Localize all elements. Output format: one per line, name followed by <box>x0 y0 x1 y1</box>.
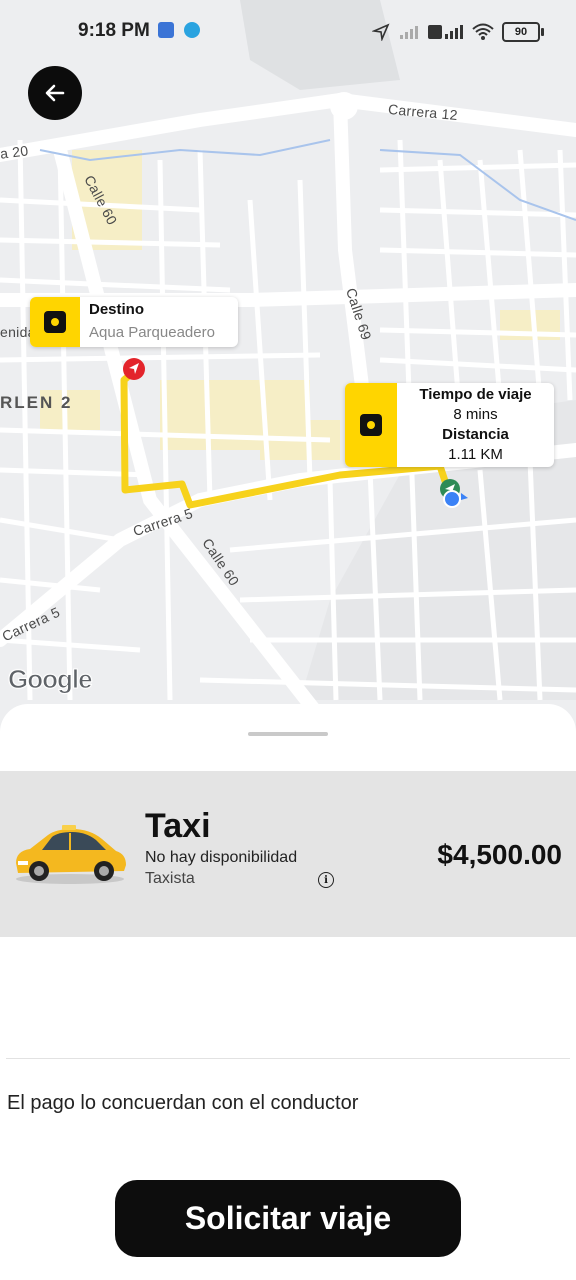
destination-tag <box>30 297 80 347</box>
trip-distance-value: 1.11 KM <box>448 446 503 463</box>
trip-time-value: 8 mins <box>453 406 498 423</box>
location-arrow-icon <box>372 23 390 41</box>
stop-square-icon <box>44 311 66 333</box>
ride-availability: No hay disponibilidad <box>145 849 298 866</box>
ride-option-taxi[interactable]: Taxi No hay disponibilidad Taxista i $4,… <box>0 771 576 937</box>
sheet-drag-handle[interactable] <box>248 732 328 736</box>
trip-time-label: Tiempo de viaje <box>419 386 532 403</box>
destination-address: Aqua Parqueadero <box>89 324 215 341</box>
volte-signal-icon <box>428 25 463 39</box>
destination-callout[interactable]: Destino Aqua Parqueadero <box>30 297 238 347</box>
payment-note: El pago lo concuerdan con el conductor <box>7 1092 359 1114</box>
stop-square-icon <box>360 414 382 436</box>
request-ride-button[interactable]: Solicitar viaje <box>115 1180 461 1257</box>
divider <box>6 1058 570 1059</box>
google-logo: Google <box>8 664 94 695</box>
taxi-car-image <box>16 825 126 884</box>
status-time: 9:18 PM <box>78 20 150 41</box>
status-bar: 9:18 PM 90 <box>0 0 576 64</box>
map-view[interactable]: Carrera 12 a 20 Calle 60 Calle 69 enida … <box>0 0 576 740</box>
back-arrow-icon <box>45 84 65 102</box>
signal-icon <box>400 26 418 39</box>
back-button[interactable] <box>28 66 82 120</box>
ride-price: $4,500.00 <box>437 839 562 870</box>
trip-info-callout: Tiempo de viaje 8 mins Distancia 1.11 KM <box>345 383 554 467</box>
info-icon[interactable]: i <box>318 872 334 888</box>
trip-distance-label: Distancia <box>442 426 509 443</box>
telegram-icon <box>184 22 200 38</box>
map-streets <box>0 0 576 740</box>
bottom-sheet: Taxi No hay disponibilidad Taxista i $4,… <box>0 704 576 1280</box>
ride-driver-type: Taxista <box>145 870 195 887</box>
origin-location-icon <box>440 479 468 508</box>
destination-title: Destino <box>89 301 145 318</box>
battery-icon: 90 <box>502 22 544 42</box>
alarm-icon <box>158 22 174 38</box>
ride-name: Taxi <box>145 807 211 845</box>
destination-pin-icon <box>123 358 145 380</box>
wifi-icon <box>472 23 494 40</box>
district-label: RLEN 2 <box>0 393 73 412</box>
trip-tag <box>345 383 397 467</box>
